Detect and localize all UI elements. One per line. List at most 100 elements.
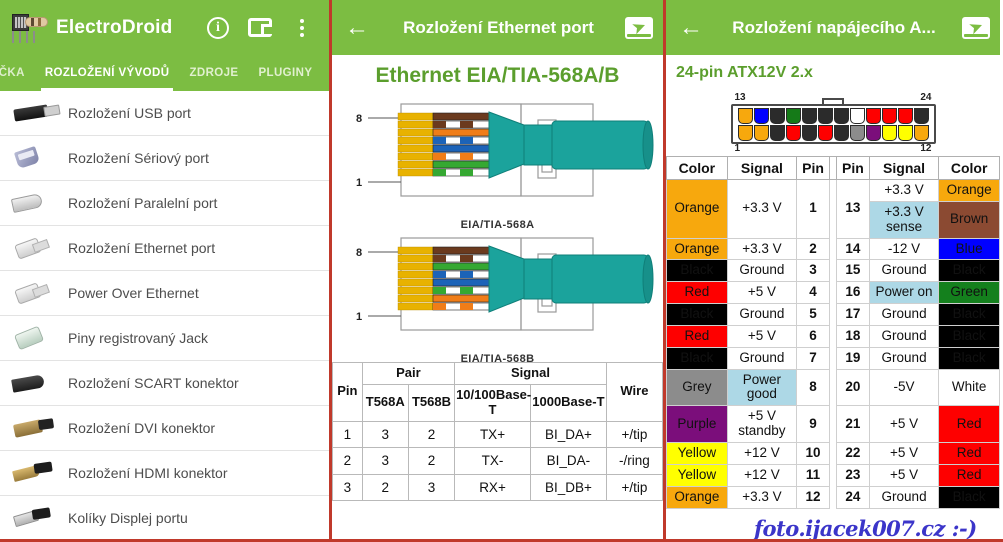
share-icon[interactable]: ➤ [962,17,990,39]
eth-th-pair-group: Pair [362,363,454,385]
list-item-label: Rozložení Ethernet port [68,240,215,256]
atx-pin-left: 8 [797,369,830,406]
list-item[interactable]: Kolíky Displej portu [0,496,329,541]
app-logo-icon [10,11,50,45]
atx-pin [818,125,833,141]
table-row: Yellow +12 V 10 22 +5 V Red [667,442,1000,464]
registered-jack-connector-icon [8,323,60,353]
list-item[interactable]: Rozložení DVI konektor [0,406,329,451]
atx-pin-right: 23 [836,464,869,486]
atx-th-color-left: Color [667,157,728,180]
share-icon[interactable]: ➤ [625,17,653,39]
atx-pin-right: 18 [836,325,869,347]
atx-signal-right: +5 V [869,442,938,464]
atx-signal-left: +5 V [727,325,796,347]
list-item[interactable]: Rozložení Sériový port [0,136,329,181]
atx-th-pin-right: Pin [836,157,869,180]
ethernet-rj45-connector-icon [8,278,60,308]
eth-cell: TX+ [455,421,531,448]
eth-th-10-100: 10/100Base-T [455,384,531,421]
atx-pin-right: 14 [836,238,869,260]
atx-signal-right: Ground [869,260,938,282]
atx-pin-right: 19 [836,347,869,369]
list-item[interactable]: Rozložení USB port [0,91,329,136]
eth-cell: -/ring [606,448,662,475]
eth-cell: BI_DA+ [530,421,606,448]
atx-signal-right: Power on [869,282,938,304]
table-row: Purple +5 V standby 9 21 +5 V Red [667,406,1000,443]
atx-pin [738,108,753,124]
eth-cell: 1 [333,421,363,448]
info-icon: i [207,17,229,39]
atx-pin [898,108,913,124]
cast-icon [248,18,272,37]
atx-color-right: Orange [939,180,1000,202]
atx-th-pin-left: Pin [797,157,830,180]
atx-pin-row-bottom [736,125,931,141]
table-row: Red +5 V 6 18 Ground Black [667,325,1000,347]
atx-signal-right: -5V [869,369,938,406]
atx-signal-left: Ground [727,304,796,326]
atx-signal-left: Ground [727,260,796,282]
overflow-button[interactable] [289,15,315,41]
eth-cell: +/tip [606,421,662,448]
atx-color-right: Black [939,260,1000,282]
eth-cell: 3 [333,474,363,501]
atx-pin-left: 2 [797,238,830,260]
list-item[interactable]: Rozložení SCART konektor [0,361,329,406]
atx-pin-right: 21 [836,406,869,443]
list-item[interactable]: Power Over Ethernet [0,271,329,316]
atx-th-signal-left: Signal [727,157,796,180]
table-row: Black Ground 5 17 Ground Black [667,304,1000,326]
list-item[interactable]: Piny registrovaný Jack [0,316,329,361]
atx-color-right: Black [939,347,1000,369]
atx-pin [834,125,849,141]
atx-pin [770,125,785,141]
back-arrow-icon[interactable]: ← [342,13,372,43]
list-item[interactable]: Rozložení Ethernet port [0,226,329,271]
table-row: Orange +3.3 V 1 13 +3.3 V Orange [667,180,1000,202]
list-item-label: Kolíky Displej portu [68,510,188,526]
list-item-label: Rozložení Paralelní port [68,195,217,211]
atx-pin-right: 17 [836,304,869,326]
list-item[interactable]: Rozložení HDMI konektor [0,451,329,496]
atx-pin-row-top [736,108,931,124]
atx-pin-left: 12 [797,486,830,508]
atx-pin-right: 13 [836,180,869,239]
list-item[interactable]: Rozložení Paralelní port [0,181,329,226]
watermark: foto.ijacek007.cz :-) [754,516,977,541]
atx-color-right: Blue [939,238,1000,260]
app-screenshot: ElectroDroid i AČKA ROZLOŽENÍ VÝVODŮ ZDR… [0,0,1003,542]
back-arrow-icon[interactable]: ← [676,13,706,43]
atx-signal-right: Ground [869,486,938,508]
atx-gap [830,486,837,508]
atx-color-right: White [939,369,1000,406]
svg-text:8: 8 [356,247,362,259]
atx-pin-right: 16 [836,282,869,304]
atx-signal-left: Ground [727,347,796,369]
tab-rozlozeni-vyvodu[interactable]: ROZLOŽENÍ VÝVODŮ [35,55,180,91]
table-row: Grey Power good 8 20 -5V White [667,369,1000,406]
table-row: Orange +3.3 V 12 24 Ground Black [667,486,1000,508]
atx-color-right: Red [939,406,1000,443]
serial-db9-connector-icon [8,143,60,173]
eth-th-1000: 1000Base-T [530,384,606,421]
atx-color-right: Black [939,304,1000,326]
tab-pluginy[interactable]: PLUGINY [248,55,322,91]
atx-pin-left: 5 [797,304,830,326]
atx-color-left: Red [667,282,728,304]
atx-pin-right: 24 [836,486,869,508]
atx-pin [898,125,913,141]
eth-th-pin: Pin [333,363,363,422]
cast-button[interactable] [247,15,273,41]
atx-gap [830,180,837,239]
tab-zdroje[interactable]: ZDROJE [179,55,248,91]
atx-color-left: Orange [667,238,728,260]
info-button[interactable]: i [205,15,231,41]
ethernet-rj45-connector-icon [8,233,60,263]
scart-connector-icon [8,368,60,398]
atx-signal-right: Ground [869,347,938,369]
atx-pin [754,125,769,141]
cable-568a-svg: 8 1 [338,94,660,212]
tab-hledacka[interactable]: AČKA [0,55,35,91]
